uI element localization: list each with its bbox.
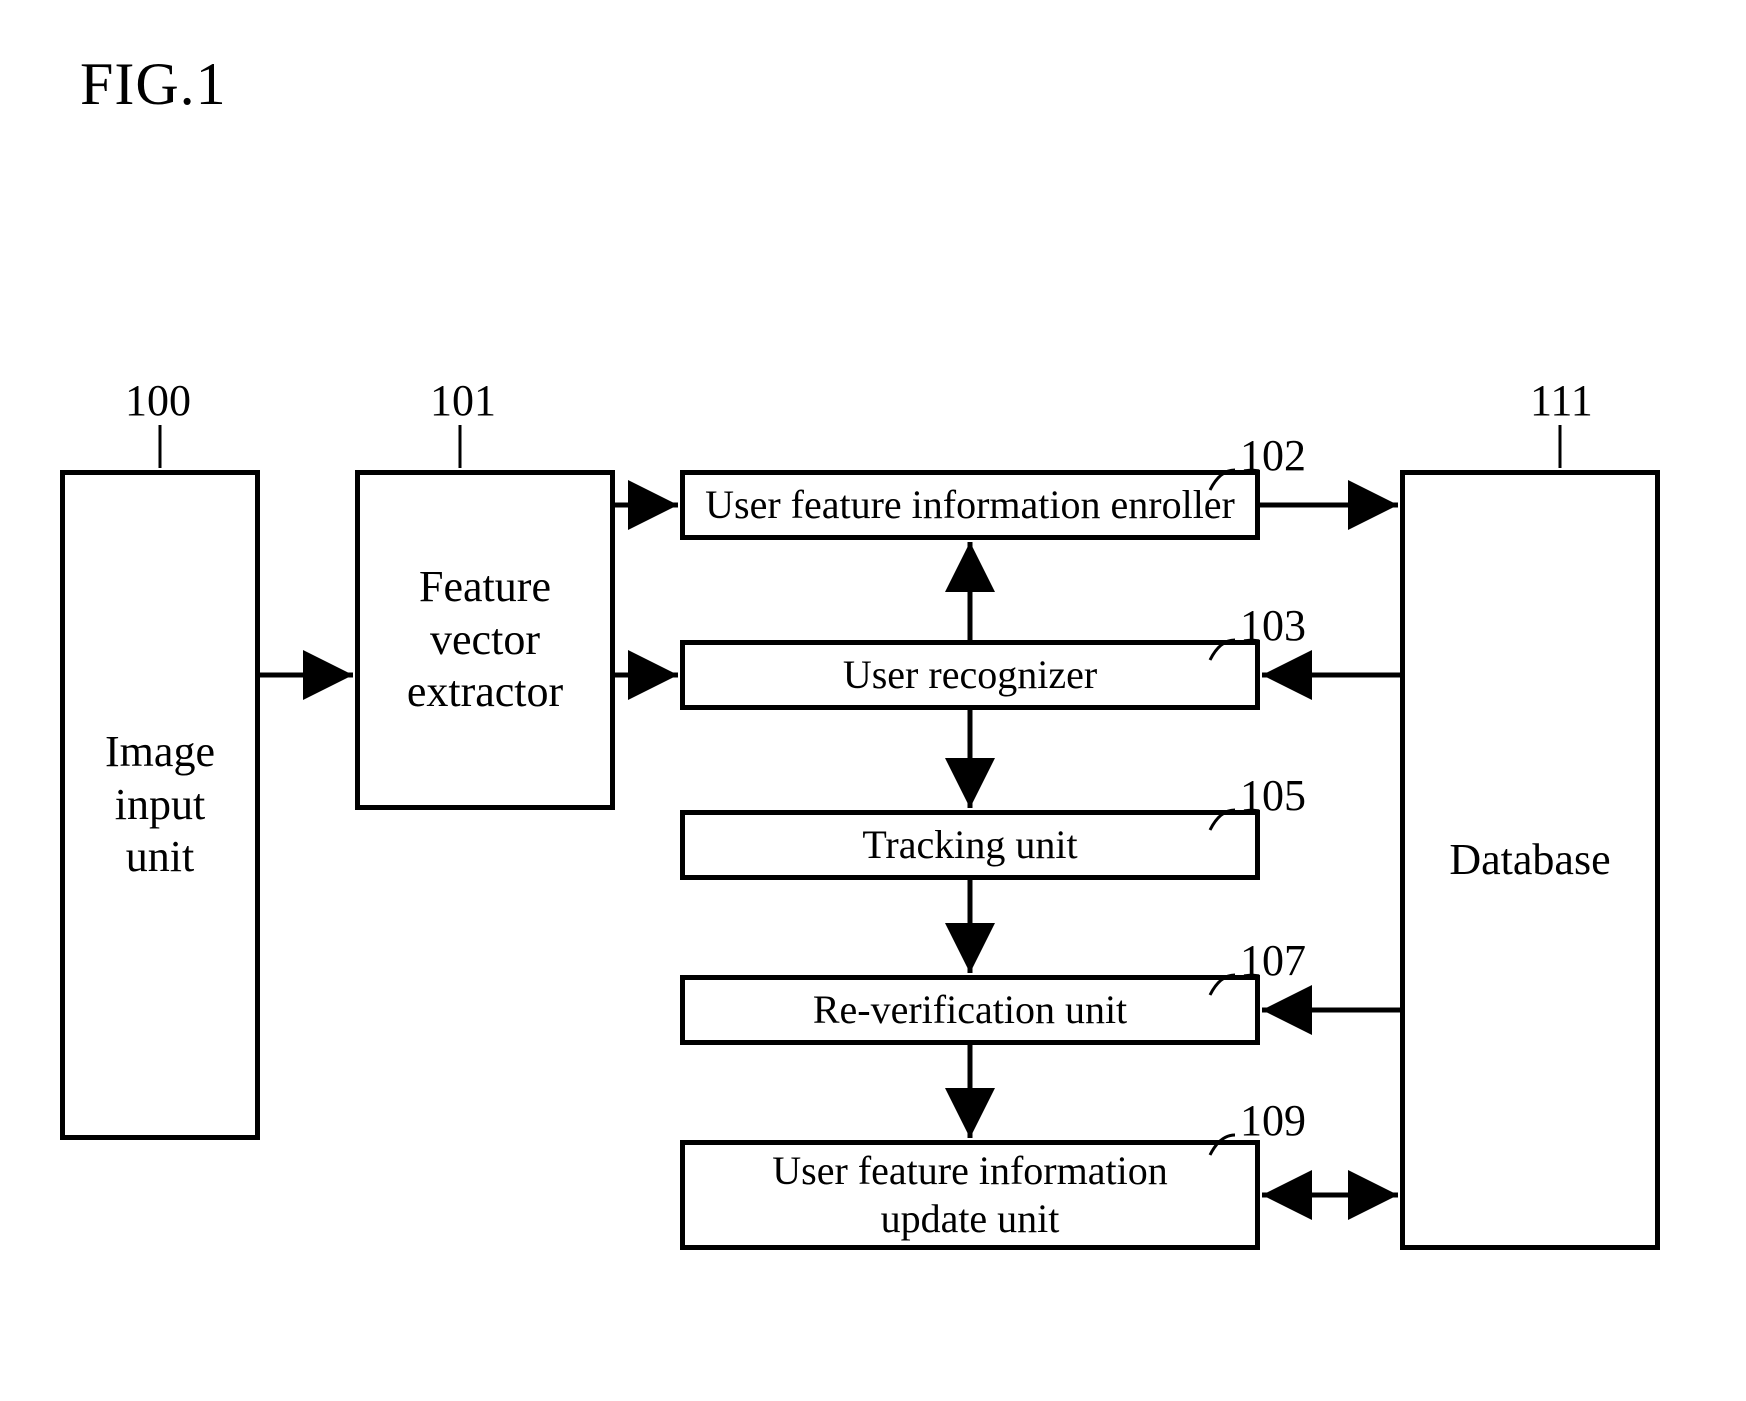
block-diagram: 100 101 102 103 105 107 109 111 Image in… xyxy=(0,0,1746,1401)
connections-svg xyxy=(0,0,1746,1401)
